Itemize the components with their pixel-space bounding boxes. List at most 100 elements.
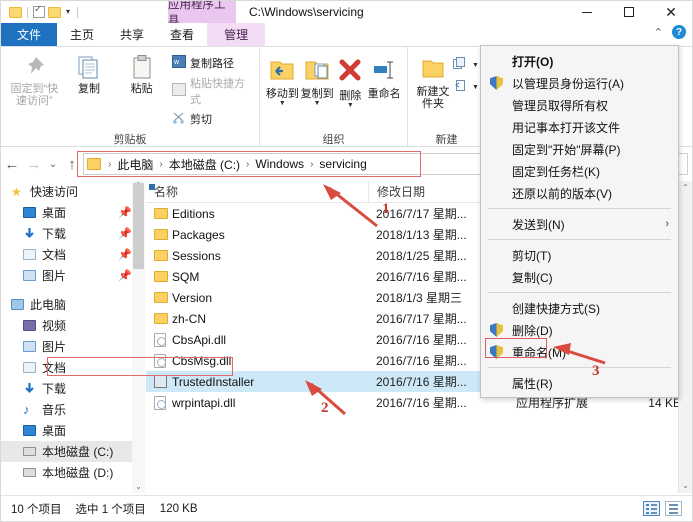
new-folder-button[interactable]: 新建文件夹 bbox=[413, 54, 453, 110]
sidebar-item-documents-pc[interactable]: 文档 bbox=[1, 357, 144, 378]
svg-text:w: w bbox=[173, 59, 180, 66]
dll-icon bbox=[154, 353, 172, 368]
new-folder-icon[interactable] bbox=[48, 6, 61, 18]
properties-icon[interactable] bbox=[33, 4, 45, 18]
breadcrumb-item-windows[interactable]: Windows bbox=[253, 157, 306, 171]
close-button[interactable]: ✕ bbox=[650, 1, 692, 23]
menu-item-delete[interactable]: 删除(D) bbox=[481, 319, 678, 341]
window-title: C:\Windows\servicing bbox=[249, 5, 364, 19]
large-icons-view-icon[interactable] bbox=[665, 501, 682, 516]
column-header-name[interactable]: 名称 bbox=[146, 181, 368, 203]
folder-icon[interactable] bbox=[9, 6, 22, 18]
exe-icon bbox=[154, 375, 172, 388]
sidebar-item-downloads[interactable]: 下载 📌 bbox=[1, 223, 144, 244]
chevron-down-icon[interactable]: ▼ bbox=[472, 62, 479, 69]
sidebar-item-pictures-pc-label: 图片 bbox=[42, 340, 67, 354]
tab-share[interactable]: 共享 bbox=[107, 23, 157, 46]
chevron-down-icon[interactable]: ▾ bbox=[64, 8, 72, 16]
menu-item-open-with-notepad[interactable]: 用记事本打开该文件 bbox=[481, 116, 678, 138]
menu-item-copy[interactable]: 复制(C) bbox=[481, 266, 678, 288]
sidebar-item-pictures-pc[interactable]: 图片 bbox=[1, 336, 144, 357]
menu-item-create-shortcut[interactable]: 创建快捷方式(S) bbox=[481, 297, 678, 319]
chevron-up-icon[interactable]: ⌃ bbox=[654, 26, 663, 39]
sidebar-item-documents-label: 文档 bbox=[42, 248, 67, 262]
menu-item-rename[interactable]: 重命名(M) bbox=[481, 341, 678, 363]
pin-to-quick-access-button[interactable]: 固定到“快速访问” bbox=[6, 50, 63, 107]
chevron-down-icon[interactable]: ▼ bbox=[314, 100, 321, 107]
sidebar-section-this-pc[interactable]: 此电脑 bbox=[1, 294, 144, 315]
menu-item-run-as-administrator[interactable]: 以管理员身份运行(A) bbox=[481, 72, 678, 94]
delete-icon bbox=[338, 58, 362, 87]
back-button[interactable]: ← bbox=[1, 156, 23, 173]
chevron-down-icon[interactable]: ▼ bbox=[472, 84, 479, 91]
sidebar-item-desktop-pc[interactable]: 桌面 bbox=[1, 420, 144, 441]
file-name-cell: SQM bbox=[146, 270, 368, 284]
rename-button[interactable]: 重命名 bbox=[366, 54, 402, 100]
menu-item-cut[interactable]: 剪切(T) bbox=[481, 244, 678, 266]
this-pc-icon bbox=[11, 299, 28, 310]
scroll-down-icon[interactable]: ⌄ bbox=[679, 479, 692, 493]
drive-icon bbox=[23, 468, 40, 477]
chevron-down-icon[interactable]: ▼ bbox=[347, 102, 354, 109]
scroll-up-icon[interactable]: ⌃ bbox=[679, 181, 692, 195]
delete-button[interactable]: 删除 ▼ bbox=[334, 54, 366, 109]
scroll-down-icon[interactable]: ⌄ bbox=[132, 482, 145, 491]
file-list-scrollbar[interactable]: ⌃ ⌄ bbox=[678, 181, 692, 493]
copy-path-button[interactable]: w 复制路径 bbox=[172, 55, 254, 71]
cut-button[interactable]: 剪切 bbox=[172, 111, 254, 127]
tab-manage[interactable]: 管理 bbox=[207, 23, 266, 46]
scrollbar-thumb[interactable] bbox=[133, 183, 144, 269]
copy-to-button[interactable]: 复制到 ▼ bbox=[300, 54, 335, 107]
sidebar-item-pictures[interactable]: 图片 📌 bbox=[1, 265, 144, 286]
chevron-down-icon[interactable]: ▼ bbox=[279, 100, 286, 107]
breadcrumb-item-local-disk-c[interactable]: 本地磁盘 (C:) bbox=[167, 156, 242, 173]
sidebar-item-downloads-pc[interactable]: 下载 bbox=[1, 378, 144, 399]
breadcrumb-separator-2: › bbox=[246, 158, 250, 170]
forward-button[interactable]: → bbox=[23, 156, 45, 173]
minimize-button[interactable] bbox=[566, 1, 608, 23]
breadcrumb-item-servicing[interactable]: servicing bbox=[317, 157, 368, 171]
paste-button[interactable]: 粘贴 bbox=[115, 50, 168, 95]
tab-view[interactable]: 查看 bbox=[157, 23, 207, 46]
recent-locations-button[interactable]: ⌄ bbox=[45, 159, 61, 170]
sidebar-item-desktop-pc-label: 桌面 bbox=[42, 424, 67, 438]
menu-item-restore-previous-versions[interactable]: 还原以前的版本(V) bbox=[481, 182, 678, 204]
sidebar-section-quick-access[interactable]: ★ 快速访问 bbox=[1, 181, 144, 202]
view-mode-buttons bbox=[643, 501, 692, 516]
shield-icon bbox=[490, 345, 511, 359]
paste-shortcut-button[interactable]: 粘贴快捷方式 bbox=[172, 75, 254, 107]
breadcrumb-item-this-pc[interactable]: 此电脑 bbox=[115, 156, 155, 173]
sidebar-item-documents[interactable]: 文档 📌 bbox=[1, 244, 144, 265]
new-item-button[interactable]: ▼ bbox=[453, 57, 479, 73]
sidebar-item-local-disk-d[interactable]: 本地磁盘 (D:) bbox=[1, 462, 144, 483]
sidebar-item-music[interactable]: ♪ 音乐 bbox=[1, 399, 144, 420]
sidebar-item-local-disk-c[interactable]: 本地磁盘 (C:) bbox=[1, 441, 144, 462]
quick-access-toolbar: ▾ bbox=[1, 4, 80, 18]
menu-item-open[interactable]: 打开(O) bbox=[481, 50, 678, 72]
menu-item-properties[interactable]: 属性(R) bbox=[481, 372, 678, 394]
menu-item-send-to[interactable]: 发送到(N) › bbox=[481, 213, 678, 235]
navigation-pane-scrollbar[interactable]: ⌃ ⌄ bbox=[132, 181, 145, 493]
maximize-button[interactable] bbox=[608, 1, 650, 23]
sidebar-item-desktop[interactable]: 桌面 📌 bbox=[1, 202, 144, 223]
menu-item-pin-to-start[interactable]: 固定到"开始"屏幕(P) bbox=[481, 138, 678, 160]
file-name-cell: Sessions bbox=[146, 249, 368, 263]
file-name-cell: TrustedInstaller bbox=[146, 375, 368, 389]
menu-item-open-label: 打开(O) bbox=[512, 54, 554, 69]
menu-item-pin-to-taskbar[interactable]: 固定到任务栏(K) bbox=[481, 160, 678, 182]
tab-file[interactable]: 文件 bbox=[1, 23, 58, 46]
copy-button[interactable]: 复制 bbox=[63, 50, 116, 95]
menu-item-take-ownership[interactable]: 管理员取得所有权 bbox=[481, 94, 678, 116]
move-to-button[interactable]: 移动到 ▼ bbox=[265, 54, 300, 107]
up-button[interactable]: ↑ bbox=[61, 156, 83, 173]
file-name-cell: zh-CN bbox=[146, 312, 368, 326]
menu-item-run-as-administrator-label: 以管理员身份运行(A) bbox=[512, 76, 624, 91]
details-view-icon[interactable] bbox=[643, 501, 660, 516]
easy-access-button[interactable]: ▼ bbox=[453, 79, 479, 95]
menu-item-delete-label: 删除(D) bbox=[512, 323, 553, 338]
sidebar-item-videos[interactable]: 视频 bbox=[1, 315, 144, 336]
help-icon[interactable]: ? bbox=[672, 25, 686, 39]
tab-home[interactable]: 主页 bbox=[57, 23, 107, 46]
ribbon-right-controls: ⌃ ? bbox=[654, 25, 686, 39]
qat-divider bbox=[27, 6, 28, 18]
